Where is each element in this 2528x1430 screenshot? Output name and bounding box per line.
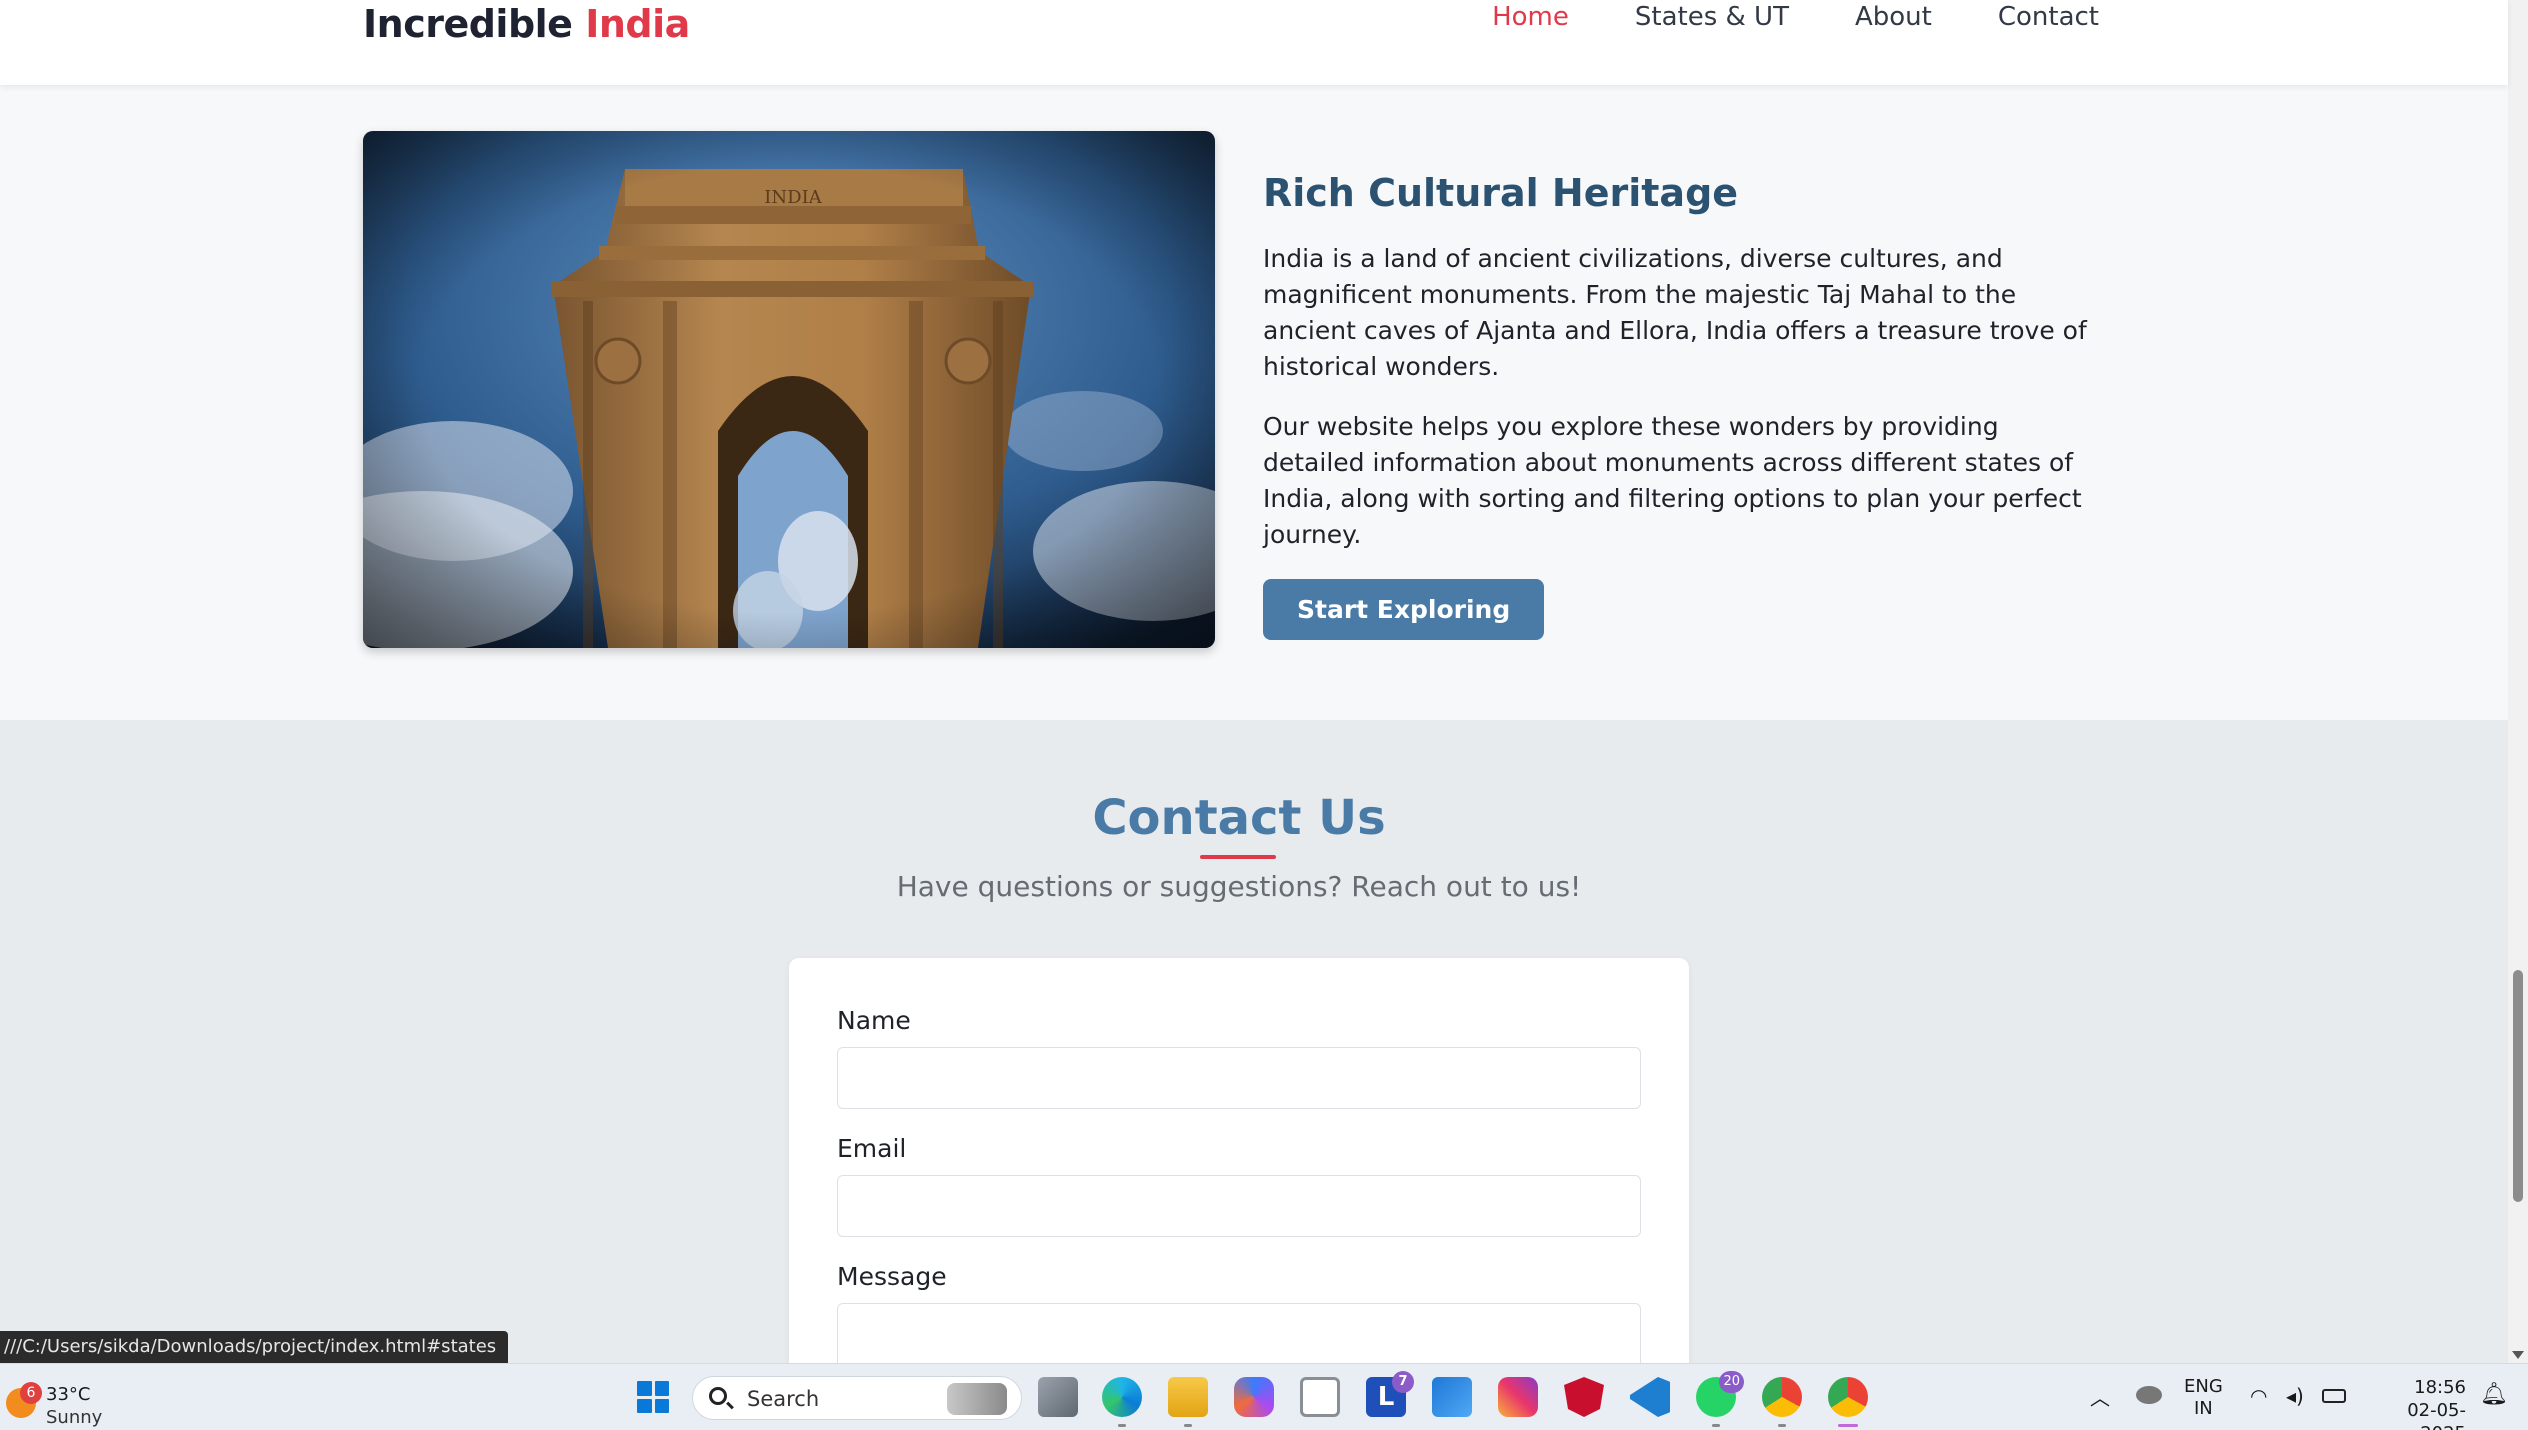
instagram-icon[interactable] <box>1498 1377 1538 1417</box>
lang-top: ENG <box>2184 1376 2223 1397</box>
weather-widget[interactable]: 6 33°C Sunny <box>4 1374 124 1428</box>
edge-browser-icon[interactable] <box>1102 1377 1142 1427</box>
name-label: Name <box>837 1006 911 1035</box>
clock-time: 18:56 <box>2414 1377 2466 1398</box>
windows-start-icon[interactable] <box>633 1377 673 1417</box>
whatsapp-badge: 20 <box>1719 1371 1744 1393</box>
volume-icon[interactable]: ◂) <box>2286 1384 2304 1408</box>
windows-taskbar: 6 33°C Sunny Search L 7 20 ︿ ENG IN ◠ ◂)… <box>0 1363 2528 1430</box>
weather-condition: Sunny <box>46 1407 103 1428</box>
weather-temperature: 33°C <box>46 1384 91 1405</box>
lang-bottom: IN <box>2194 1398 2213 1419</box>
taskbar-search[interactable]: Search <box>692 1376 1022 1420</box>
brand-logo[interactable]: Incredible India <box>363 2 690 46</box>
search-label: Search <box>747 1387 820 1411</box>
whatsapp-icon[interactable]: 20 <box>1696 1371 1744 1427</box>
nav-link-about[interactable]: About <box>1855 2 1932 32</box>
search-icon <box>709 1387 727 1405</box>
link-status-url: ///C:/Users/sikda/Downloads/project/inde… <box>0 1331 509 1363</box>
email-label: Email <box>837 1134 907 1163</box>
battery-icon[interactable] <box>2322 1389 2346 1403</box>
l-app-badge: 7 <box>1392 1371 1414 1393</box>
start-exploring-button[interactable]: Start Exploring <box>1263 579 1545 640</box>
l-app-letter: L <box>1377 1382 1395 1412</box>
mcafee-icon[interactable] <box>1564 1377 1604 1417</box>
onedrive-error-icon[interactable] <box>2136 1386 2162 1404</box>
l-app-icon[interactable]: L 7 <box>1366 1371 1414 1417</box>
brand-main: Incredible <box>363 2 573 46</box>
search-highlight-icon <box>947 1383 1007 1415</box>
clock-date: 02-05-2025 <box>2407 1400 2466 1430</box>
language-indicator[interactable]: ENG IN <box>2184 1376 2223 1420</box>
file-explorer-icon[interactable] <box>1168 1377 1208 1427</box>
india-gate-image: INDIA <box>363 131 1215 648</box>
email-input[interactable] <box>837 1175 1641 1237</box>
contact-form: Name Email Message <box>789 958 1689 1423</box>
page-scrollbar[interactable] <box>2508 0 2528 1363</box>
contact-section: Contact Us Have questions or suggestions… <box>0 720 2508 1423</box>
microsoft-store-icon[interactable] <box>1300 1377 1340 1417</box>
copilot-icon[interactable] <box>1234 1377 1274 1417</box>
chrome-active-icon[interactable] <box>1828 1377 1868 1427</box>
name-input[interactable] <box>837 1047 1641 1109</box>
tray-chevron-up-icon[interactable]: ︿ <box>2090 1382 2110 1411</box>
scroll-down-arrow-icon[interactable] <box>2512 1351 2524 1359</box>
heritage-title: Rich Cultural Heritage <box>1263 171 1739 215</box>
contact-subtitle: Have questions or suggestions? Reach out… <box>896 870 1582 903</box>
azure-app-icon[interactable] <box>1432 1377 1472 1417</box>
heritage-paragraph-1: India is a land of ancient civilizations… <box>1263 244 2087 381</box>
heritage-text: Rich Cultural Heritage India is a land o… <box>1263 171 2103 640</box>
title-underline <box>1200 855 1276 859</box>
clock[interactable]: 18:56 02-05-2025 <box>2370 1376 2466 1430</box>
vscode-icon[interactable] <box>1630 1377 1670 1417</box>
wifi-icon[interactable]: ◠ <box>2250 1384 2267 1408</box>
nav-links: Home States & UT About Contact <box>1426 2 2099 32</box>
nav-link-home[interactable]: Home <box>1492 2 1569 32</box>
chrome-profile-icon[interactable] <box>1762 1377 1802 1427</box>
heritage-paragraph-2: Our website helps you explore these wond… <box>1263 412 2082 549</box>
nav-link-states[interactable]: States & UT <box>1635 2 1789 32</box>
task-view-icon[interactable] <box>1038 1377 1078 1417</box>
notification-bell-icon[interactable]: 🔔︎ <box>2480 1382 2508 1407</box>
top-navbar: Incredible India Home States & UT About … <box>0 0 2508 85</box>
weather-badge: 6 <box>20 1382 42 1404</box>
brand-accent: India <box>585 2 690 46</box>
scroll-thumb[interactable] <box>2513 970 2523 1202</box>
contact-title: Contact Us <box>1092 790 1386 846</box>
heritage-section: INDIA Rich Cultural Heritage India is a … <box>0 85 2508 720</box>
nav-link-contact[interactable]: Contact <box>1998 2 2099 32</box>
message-label: Message <box>837 1262 947 1291</box>
